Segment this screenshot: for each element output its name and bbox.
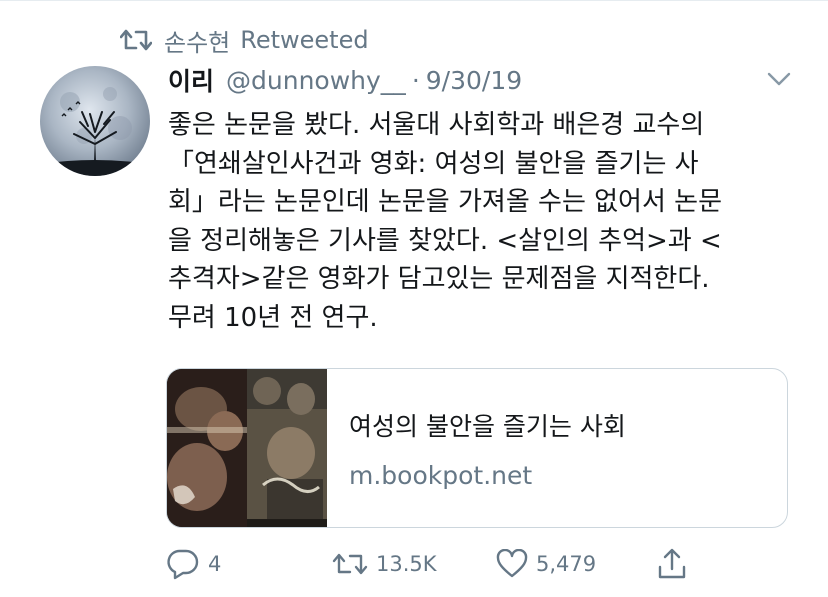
retweet-count: 13.5K [376,552,437,576]
heart-icon [496,549,528,578]
tweet-header: 이리 @dunnowhy__ · 9/30/19 [168,60,522,100]
tweet-text-line: 을 정리해놓은 기사를 찾았다. <살인의 추억>과 < [168,225,722,256]
display-name[interactable]: 이리 [168,62,214,98]
tweet-text-line: 추격자>같은 영화가 담고있는 문제점을 지적한다. [168,264,710,295]
tweet-text-line: 「연쇄살인사건과 영화: 여성의 불안을 즐기는 사 [168,148,699,179]
retweet-button[interactable]: 13.5K [332,542,437,586]
like-button[interactable]: 5,479 [496,542,596,586]
tweet-text-line: 무려 10년 전 연구. [168,302,378,333]
link-card-domain: m.bookpot.net [349,460,533,490]
retweet-icon [332,553,368,575]
top-divider [0,0,828,1]
link-card-title: 여성의 불안을 즐기는 사회 [349,411,626,441]
user-handle[interactable]: @dunnowhy__ [226,66,406,95]
share-button[interactable] [656,542,696,586]
link-card-thumbnail [167,369,327,527]
chevron-down-icon[interactable] [766,70,792,88]
separator-dot: · [411,65,420,95]
share-icon [658,548,686,579]
reply-button[interactable]: 4 [166,542,221,586]
retweet-context: 손수현 Retweeted [120,23,369,58]
link-card[interactable]: 여성의 불안을 즐기는 사회 m.bookpot.net [166,368,788,528]
retweet-icon [120,29,152,51]
retweeted-label: Retweeted [240,26,369,54]
tweet-text: 좋은 논문을 봤다. 서울대 사회학과 배은경 교수의 「연쇄살인사건과 영화:… [168,106,788,338]
reply-count: 4 [208,552,222,576]
tweet-text-line: 좋은 논문을 봤다. 서울대 사회학과 배은경 교수의 [168,110,705,140]
reply-icon [167,549,199,580]
tweet-date[interactable]: 9/30/19 [426,66,522,95]
avatar[interactable] [40,66,150,176]
tweet-actions: 4 13.5K 5,479 [166,542,706,586]
tweet-text-line: 회」라는 논문인데 논문을 가져올 수는 없어서 논문 [168,187,722,218]
retweeter-name[interactable]: 손수현 [164,23,230,58]
like-count: 5,479 [536,552,597,576]
link-card-body: 여성의 불안을 즐기는 사회 m.bookpot.net [327,369,626,527]
